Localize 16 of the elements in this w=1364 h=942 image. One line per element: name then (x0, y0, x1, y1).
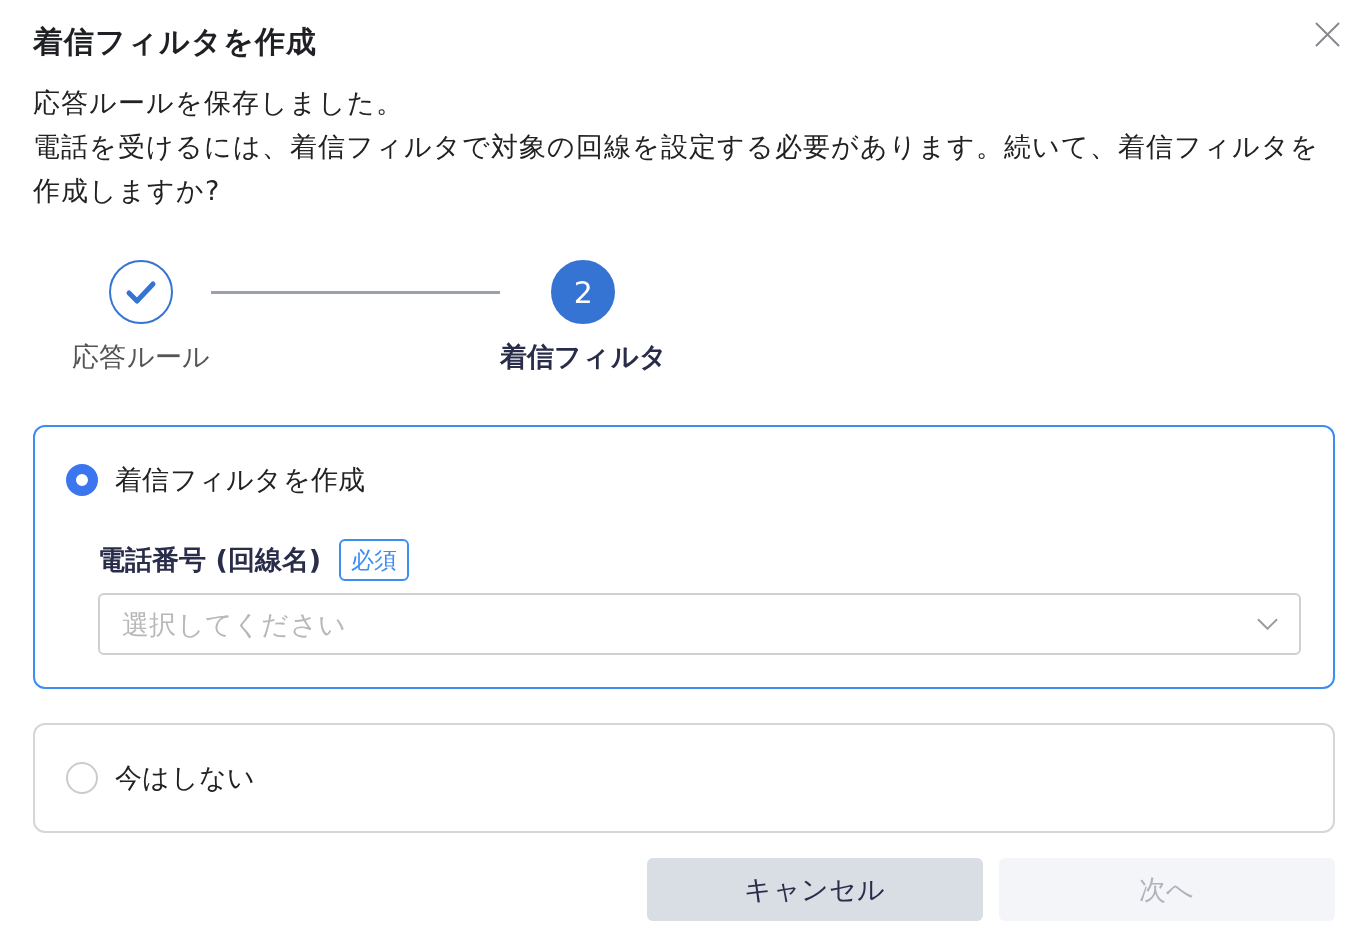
option-label: 着信フィルタを作成 (115, 463, 366, 497)
step-label: 着信フィルタ (499, 340, 668, 374)
radio-button[interactable] (66, 762, 98, 794)
option-label: 今はしない (115, 761, 256, 795)
close-icon[interactable] (1315, 22, 1340, 47)
radio-button[interactable] (66, 464, 98, 496)
chevron-down-icon (1257, 618, 1278, 630)
message-text: 電話を受けるには、着信フィルタで対象の回線を設定する必要があります。続いて、着信フィルタを作成しますか? (33, 130, 1320, 208)
step-label: 応答ルール (72, 340, 211, 374)
required-tag: 必須 (339, 539, 410, 581)
dropdown-field[interactable]: 選択してください (98, 593, 1301, 655)
dialog-title: 着信フィルタを作成 (33, 23, 317, 61)
step-number: 2 (551, 260, 616, 324)
message-text: 応答ルールを保存しました。 (33, 86, 405, 120)
field-label: 電話番号 (回線名) (98, 543, 322, 577)
cancel-button[interactable]: キャンセル (647, 858, 983, 921)
